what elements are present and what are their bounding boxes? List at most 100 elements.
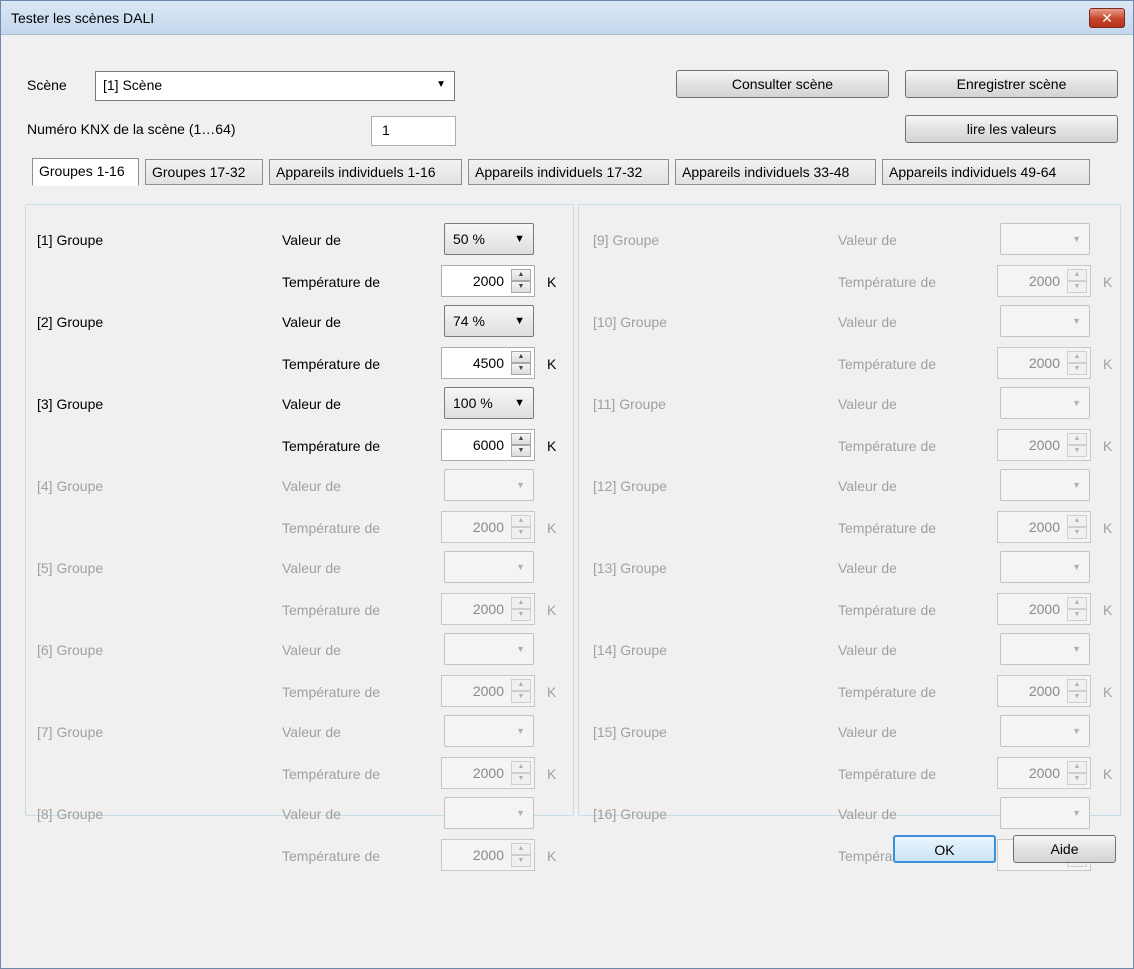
spinner-buttons: ▲▼ (511, 269, 531, 293)
temperature-value: 2000 (1028, 437, 1060, 453)
group-name-label: [15] Groupe (593, 724, 667, 740)
chevron-down-icon: ▼ (1072, 726, 1081, 736)
chevron-down-icon: ▼ (516, 808, 525, 818)
value-label: Valeur de (282, 478, 341, 494)
temperature-value: 2000 (472, 273, 504, 289)
group-name-label: [2] Groupe (37, 314, 104, 330)
chevron-down-icon: ▼ (436, 79, 446, 90)
ok-button[interactable]: OK (893, 835, 996, 863)
group-value-select: ▼ (1000, 469, 1090, 501)
temperature-unit: K (547, 766, 557, 782)
chevron-down-icon: ▼ (516, 644, 525, 654)
group-name-label: [3] Groupe (37, 396, 104, 412)
group-value-select: ▼ (1000, 551, 1090, 583)
spin-up-icon[interactable]: ▲ (511, 269, 531, 281)
temperature-unit: K (547, 438, 557, 454)
temperature-label: Température de (282, 356, 381, 372)
group-value-text: 74 % (453, 313, 485, 329)
knx-scene-number-field[interactable]: 1 (371, 116, 456, 146)
chevron-down-icon: ▼ (1072, 562, 1081, 572)
spinner-buttons: ▲▼ (1067, 515, 1087, 539)
temperature-label: Température de (282, 520, 381, 536)
spin-up-icon[interactable]: ▲ (511, 351, 531, 363)
title-bar: Tester les scènes DALI ✕ (1, 1, 1133, 35)
spin-up-icon: ▲ (1067, 433, 1087, 445)
spin-up-icon: ▲ (511, 761, 531, 773)
group-name-label: [13] Groupe (593, 560, 667, 576)
chevron-down-icon: ▼ (514, 233, 525, 245)
temperature-spinner: 2000 ▲▼ (441, 511, 535, 543)
temperature-value: 2000 (472, 519, 504, 535)
temperature-label: Température de (838, 356, 937, 372)
value-label: Valeur de (282, 724, 341, 740)
value-label: Valeur de (838, 478, 897, 494)
chevron-down-icon: ▼ (516, 726, 525, 736)
spin-down-icon[interactable]: ▼ (511, 445, 531, 457)
tab-1[interactable]: Groupes 1-16 (32, 158, 139, 186)
spin-up-icon: ▲ (511, 515, 531, 527)
group-name-label: [4] Groupe (37, 478, 104, 494)
group-value-select[interactable]: 100 % ▼ (444, 387, 534, 419)
help-button[interactable]: Aide (1013, 835, 1116, 863)
group-value-select: ▼ (444, 633, 534, 665)
value-label: Valeur de (282, 232, 341, 248)
temperature-value: 6000 (472, 437, 504, 453)
temperature-spinner: 2000 ▲▼ (997, 757, 1091, 789)
group-value-select: ▼ (1000, 633, 1090, 665)
spin-down-icon: ▼ (511, 855, 531, 867)
temperature-unit: K (1103, 520, 1113, 536)
tab-6[interactable]: Appareils individuels 49-64 (882, 159, 1090, 185)
scene-select[interactable]: [1] Scène ▼ (95, 71, 455, 101)
knx-scene-number-label: Numéro KNX de la scène (1…64) (27, 121, 236, 137)
spinner-buttons: ▲▼ (511, 843, 531, 867)
value-label: Valeur de (838, 560, 897, 576)
chevron-down-icon: ▼ (1072, 480, 1081, 490)
temperature-unit: K (547, 848, 557, 864)
temperature-spinner[interactable]: 4500 ▲ ▼ (441, 347, 535, 379)
group-name-label: [5] Groupe (37, 560, 104, 576)
scene-select-value: [1] Scène (103, 77, 163, 93)
value-label: Valeur de (282, 642, 341, 658)
group-name-label: [14] Groupe (593, 642, 667, 658)
spin-down-icon: ▼ (1067, 363, 1087, 375)
group-value-select[interactable]: 50 % ▼ (444, 223, 534, 255)
temperature-spinner[interactable]: 2000 ▲ ▼ (441, 265, 535, 297)
spin-up-icon: ▲ (1067, 269, 1087, 281)
tab-4[interactable]: Appareils individuels 17-32 (468, 159, 669, 185)
value-label: Valeur de (838, 232, 897, 248)
close-button[interactable]: ✕ (1089, 8, 1125, 28)
value-label: Valeur de (282, 806, 341, 822)
chevron-down-icon: ▼ (1072, 234, 1081, 244)
group-value-select: ▼ (1000, 223, 1090, 255)
consult-scene-button[interactable]: Consulter scène (676, 70, 889, 98)
temperature-unit: K (1103, 684, 1113, 700)
group-value-select[interactable]: 74 % ▼ (444, 305, 534, 337)
spin-up-icon: ▲ (1067, 679, 1087, 691)
chevron-down-icon: ▼ (514, 397, 525, 409)
read-values-button[interactable]: lire les valeurs (905, 115, 1118, 143)
tab-2[interactable]: Groupes 17-32 (145, 159, 263, 185)
close-icon: ✕ (1101, 10, 1113, 26)
group-name-label: [1] Groupe (37, 232, 104, 248)
value-label: Valeur de (282, 396, 341, 412)
group-value-select: ▼ (1000, 715, 1090, 747)
spin-down-icon: ▼ (511, 691, 531, 703)
temperature-label: Température de (838, 766, 937, 782)
chevron-down-icon: ▼ (1072, 808, 1081, 818)
spin-down-icon[interactable]: ▼ (511, 281, 531, 293)
temperature-value: 2000 (1028, 765, 1060, 781)
spin-down-icon: ▼ (1067, 445, 1087, 457)
temperature-value: 2000 (472, 601, 504, 617)
temperature-unit: K (1103, 766, 1113, 782)
temperature-unit: K (547, 274, 557, 290)
temperature-unit: K (547, 684, 557, 700)
spin-down-icon[interactable]: ▼ (511, 363, 531, 375)
temperature-spinner[interactable]: 6000 ▲ ▼ (441, 429, 535, 461)
temperature-unit: K (1103, 356, 1113, 372)
temperature-value: 2000 (1028, 519, 1060, 535)
save-scene-button[interactable]: Enregistrer scène (905, 70, 1118, 98)
tab-3[interactable]: Appareils individuels 1-16 (269, 159, 462, 185)
group-name-label: [12] Groupe (593, 478, 667, 494)
spin-up-icon[interactable]: ▲ (511, 433, 531, 445)
tab-5[interactable]: Appareils individuels 33-48 (675, 159, 876, 185)
